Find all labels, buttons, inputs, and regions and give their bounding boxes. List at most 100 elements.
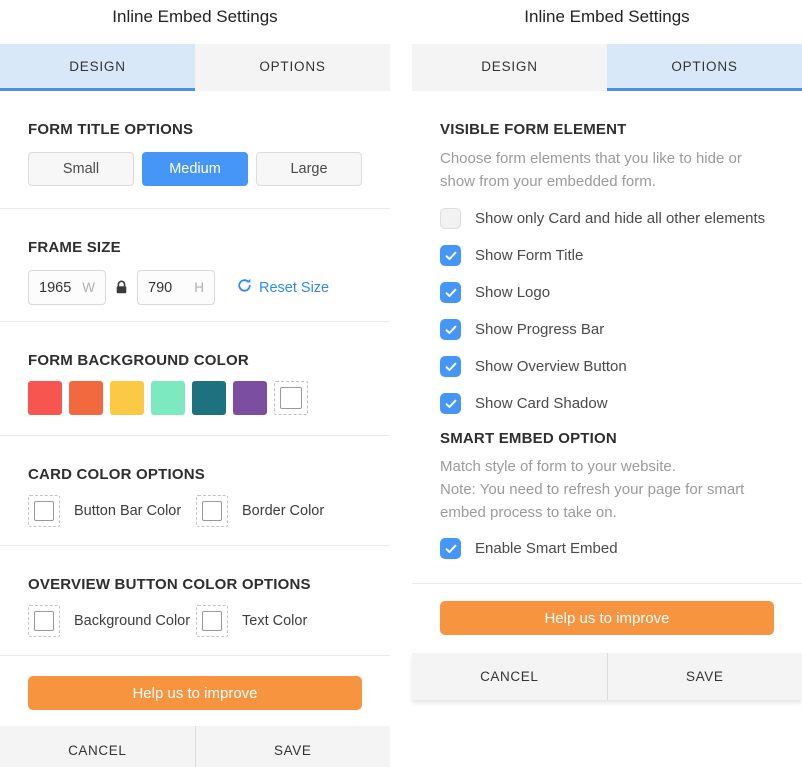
tab-design[interactable]: DESIGN	[412, 44, 607, 91]
color-swatch-orange[interactable]	[69, 381, 103, 415]
checkbox-show-only-card[interactable]: Show only Card and hide all other elemen…	[440, 208, 774, 229]
picker-label: Text Color	[242, 613, 307, 629]
checkbox-show-progress-bar[interactable]: Show Progress Bar	[440, 319, 774, 340]
color-swatch-group	[28, 381, 362, 415]
save-button[interactable]: SAVE	[608, 653, 802, 700]
section-heading: FORM BACKGROUND COLOR	[28, 352, 362, 369]
border-color-swatch[interactable]	[196, 495, 228, 527]
check-icon	[445, 399, 457, 409]
width-unit-label: W	[82, 280, 95, 295]
help-us-to-improve-button[interactable]: Help us to improve	[28, 676, 362, 710]
refresh-icon	[237, 278, 252, 298]
check-icon	[445, 544, 457, 554]
color-swatch-teal[interactable]	[192, 381, 226, 415]
background-color-swatch[interactable]	[28, 605, 60, 637]
save-button[interactable]: SAVE	[196, 726, 391, 767]
card-color-options-section: CARD COLOR OPTIONS Button Bar Color Bord…	[0, 436, 390, 546]
button-bar-color-picker: Button Bar Color	[28, 495, 196, 527]
cancel-button[interactable]: CANCEL	[412, 653, 608, 700]
color-swatch-white-selected[interactable]	[274, 381, 308, 415]
section-heading: FORM TITLE OPTIONS	[28, 121, 362, 138]
picker-label: Button Bar Color	[74, 503, 181, 519]
height-unit-label: H	[194, 280, 204, 295]
lock-icon[interactable]	[115, 280, 128, 295]
tab-options[interactable]: OPTIONS	[195, 44, 390, 91]
checkbox-label: Enable Smart Embed	[475, 540, 618, 557]
picker-label: Background Color	[74, 613, 190, 629]
border-color-picker: Border Color	[196, 495, 324, 527]
card-color-pickers: Button Bar Color Border Color	[28, 495, 362, 527]
checkbox-show-overview-button[interactable]: Show Overview Button	[440, 356, 774, 377]
checkbox-show-logo[interactable]: Show Logo	[440, 282, 774, 303]
options-panel: Inline Embed Settings DESIGN OPTIONS VIS…	[412, 0, 802, 767]
text-color-picker: Text Color	[196, 605, 307, 637]
help-area: Help us to improve	[412, 584, 802, 653]
check-icon	[445, 325, 457, 335]
color-swatch-mint[interactable]	[151, 381, 185, 415]
section-heading: FRAME SIZE	[28, 239, 362, 256]
tab-options[interactable]: OPTIONS	[607, 44, 802, 91]
height-value[interactable]: 790	[148, 280, 194, 296]
checkbox-unchecked[interactable]	[440, 208, 461, 229]
picker-label: Border Color	[242, 503, 324, 519]
width-field[interactable]: 1965 W	[28, 270, 106, 305]
checkbox-checked[interactable]	[440, 538, 461, 559]
checkbox-label: Show Logo	[475, 284, 550, 301]
checkbox-checked[interactable]	[440, 245, 461, 266]
reset-size-button[interactable]: Reset Size	[237, 278, 329, 298]
section-description: Choose form elements that you like to hi…	[440, 147, 770, 193]
form-background-color-section: FORM BACKGROUND COLOR	[0, 322, 390, 436]
checkbox-checked[interactable]	[440, 282, 461, 303]
frame-size-section: FRAME SIZE 1965 W 790 H Reset Size	[0, 209, 390, 322]
cancel-button[interactable]: CANCEL	[0, 726, 196, 767]
overview-button-color-options-section: OVERVIEW BUTTON COLOR OPTIONS Background…	[0, 546, 390, 656]
size-large-button[interactable]: Large	[256, 152, 362, 186]
page-title: Inline Embed Settings	[412, 0, 802, 44]
size-medium-button[interactable]: Medium	[142, 152, 248, 186]
visible-form-element-section: VISIBLE FORM ELEMENT Choose form element…	[412, 91, 802, 414]
inline-embed-settings-dialogs: Inline Embed Settings DESIGN OPTIONS FOR…	[0, 0, 802, 767]
checkbox-show-card-shadow[interactable]: Show Card Shadow	[440, 393, 774, 414]
smart-embed-section: SMART EMBED OPTION Match style of form t…	[412, 430, 802, 559]
tab-bar: DESIGN OPTIONS	[412, 44, 802, 91]
size-small-button[interactable]: Small	[28, 152, 134, 186]
checkbox-checked[interactable]	[440, 356, 461, 377]
checkbox-label: Show only Card and hide all other elemen…	[475, 210, 765, 227]
tab-bar: DESIGN OPTIONS	[0, 44, 390, 91]
checkbox-show-form-title[interactable]: Show Form Title	[440, 245, 774, 266]
color-swatch-red[interactable]	[28, 381, 62, 415]
checkbox-label: Show Card Shadow	[475, 395, 608, 412]
background-color-picker: Background Color	[28, 605, 196, 637]
check-icon	[445, 362, 457, 372]
checkbox-checked[interactable]	[440, 319, 461, 340]
height-field[interactable]: 790 H	[137, 270, 215, 305]
section-heading: VISIBLE FORM ELEMENT	[440, 121, 774, 138]
dialog-footer: CANCEL SAVE	[412, 653, 802, 700]
help-us-to-improve-button[interactable]: Help us to improve	[440, 601, 774, 635]
checkbox-label: Show Progress Bar	[475, 321, 604, 338]
color-swatch-yellow[interactable]	[110, 381, 144, 415]
check-icon	[445, 288, 457, 298]
color-swatch-purple[interactable]	[233, 381, 267, 415]
title-size-group: Small Medium Large	[28, 152, 362, 186]
description-line-1: Match style of form to your website.	[440, 455, 770, 478]
check-icon	[445, 251, 457, 261]
smart-embed-description: Match style of form to your website. Not…	[440, 455, 770, 524]
form-title-options-section: FORM TITLE OPTIONS Small Medium Large	[0, 91, 390, 209]
checkbox-checked[interactable]	[440, 393, 461, 414]
section-heading: SMART EMBED OPTION	[440, 430, 774, 447]
checkbox-label: Show Form Title	[475, 247, 583, 264]
tab-design[interactable]: DESIGN	[0, 44, 195, 91]
checkbox-enable-smart-embed[interactable]: Enable Smart Embed	[440, 538, 774, 559]
selected-swatch-inner	[280, 387, 302, 409]
frame-size-controls: 1965 W 790 H Reset Size	[28, 270, 362, 305]
section-heading: OVERVIEW BUTTON COLOR OPTIONS	[28, 576, 362, 593]
section-heading: CARD COLOR OPTIONS	[28, 466, 362, 483]
help-area: Help us to improve	[0, 656, 390, 726]
reset-size-label: Reset Size	[259, 280, 329, 296]
width-value[interactable]: 1965	[39, 280, 82, 296]
button-bar-color-swatch[interactable]	[28, 495, 60, 527]
text-color-swatch[interactable]	[196, 605, 228, 637]
page-title: Inline Embed Settings	[0, 0, 390, 44]
checkbox-label: Show Overview Button	[475, 358, 627, 375]
